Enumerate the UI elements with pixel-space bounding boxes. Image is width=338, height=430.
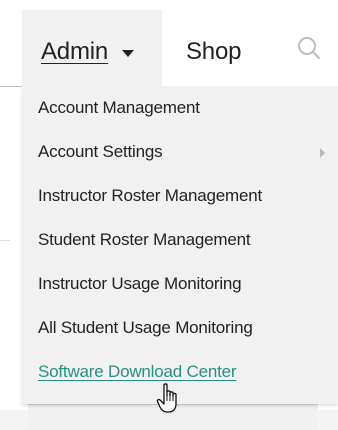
menu-item-account-settings[interactable]: Account Settings (22, 130, 338, 174)
menu-item-label: Instructor Roster Management (38, 186, 262, 205)
shop-link[interactable]: Shop (186, 38, 241, 66)
menu-item-all-student-usage-monitoring[interactable]: All Student Usage Monitoring (22, 306, 338, 350)
page-divider-fragment (0, 240, 10, 241)
menu-item-software-download-center[interactable]: Software Download Center (22, 350, 338, 394)
menu-item-instructor-usage-monitoring[interactable]: Instructor Usage Monitoring (22, 262, 338, 306)
caret-down-icon (122, 50, 134, 57)
search-button[interactable] (294, 34, 324, 64)
search-icon (298, 37, 320, 59)
menu-item-label: Account Management (38, 98, 200, 117)
menu-item-label: All Student Usage Monitoring (38, 318, 253, 337)
menu-item-account-management[interactable]: Account Management (22, 86, 338, 130)
admin-menu-label: Admin (41, 38, 109, 65)
admin-menu-toggle[interactable]: Admin (22, 10, 162, 87)
menu-item-instructor-roster-management[interactable]: Instructor Roster Management (22, 174, 338, 218)
page-content-fragment (28, 404, 318, 430)
menu-item-label: Student Roster Management (38, 230, 251, 249)
admin-dropdown-menu: Account Management Account Settings Inst… (22, 86, 338, 404)
menu-item-label: Software Download Center (38, 362, 237, 381)
menu-item-label: Account Settings (38, 142, 163, 161)
chevron-right-icon (320, 148, 325, 158)
menu-item-label: Instructor Usage Monitoring (38, 274, 242, 293)
admin-menu-screen: Admin Shop Account Management Account Se… (0, 0, 338, 430)
top-navigation: Admin Shop (0, 0, 338, 87)
menu-item-student-roster-management[interactable]: Student Roster Management (22, 218, 338, 262)
